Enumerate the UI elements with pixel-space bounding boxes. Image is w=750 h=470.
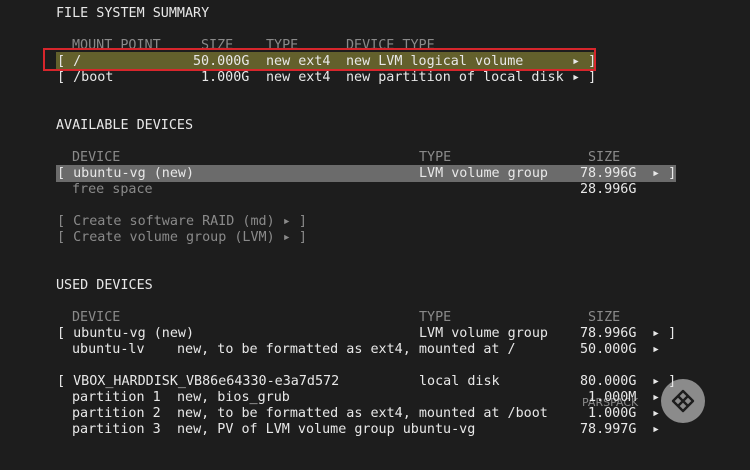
used-row-vg-device: [ ubuntu-vg (new): [57, 326, 195, 341]
used-devices-title: USED DEVICES: [56, 278, 153, 293]
partition-1-name: partition 1: [72, 390, 161, 405]
used-row-vg-arrow-icon[interactable]: ▸ ]: [652, 326, 676, 342]
fs-summary-title: FILE SYSTEM SUMMARY: [56, 6, 210, 21]
used-row-disk-type: local disk: [419, 374, 500, 389]
avail-row-vg-type: LVM volume group: [419, 166, 548, 181]
used-col-device: DEVICE: [72, 310, 121, 325]
avail-row-vg-size: 78.996G: [580, 166, 637, 181]
create-volume-group-button[interactable]: [ Create volume group (LVM) ▸ ]: [57, 230, 307, 246]
create-software-raid-button[interactable]: [ Create software RAID (md) ▸ ]: [57, 214, 307, 230]
avail-col-size: SIZE: [588, 150, 621, 165]
fs-row-boot-device-type: new partition of local disk: [346, 70, 564, 85]
used-row-vg-size: 78.996G: [580, 326, 637, 341]
fs-row-boot-type: new ext4: [266, 70, 331, 85]
avail-row-free-size: 28.996G: [580, 182, 637, 197]
avail-col-device: DEVICE: [72, 150, 121, 165]
used-row-disk-device: [ VBOX_HARDDISK_VB86e64330-e3a7d572: [57, 374, 340, 389]
used-col-type: TYPE: [419, 310, 452, 325]
partition-2-desc: new, to be formatted as ext4, mounted at…: [177, 406, 548, 421]
fs-row-boot-mount: [ /boot: [57, 70, 114, 85]
partition-3-desc: new, PV of LVM volume group ubuntu-vg: [177, 422, 476, 437]
partition-3-name: partition 3: [72, 422, 161, 437]
avail-col-type: TYPE: [419, 150, 452, 165]
used-row-lv-name: ubuntu-lv: [72, 342, 145, 357]
available-devices-title: AVAILABLE DEVICES: [56, 118, 194, 133]
used-col-size: SIZE: [588, 310, 621, 325]
partition-1-desc: new, bios_grub: [177, 390, 290, 405]
avail-row-vg-device: [ ubuntu-vg (new): [57, 166, 195, 181]
watermark-text: PARSPACK: [582, 396, 639, 409]
used-row-vg-type: LVM volume group: [419, 326, 548, 341]
used-row-lv-size: 50.000G: [580, 342, 637, 357]
fs-row-boot-arrow-icon[interactable]: ▸ ]: [572, 70, 596, 86]
watermark: PARSPACK: [582, 376, 707, 426]
avail-row-vg-arrow-icon[interactable]: ▸ ]: [652, 166, 676, 182]
fs-row-boot-size: 1.000G: [201, 70, 250, 85]
used-row-lv-desc: new, to be formatted as ext4, mounted at…: [177, 342, 516, 357]
partition-2-name: partition 2: [72, 406, 161, 421]
focus-outline: [43, 48, 596, 71]
watermark-logo-icon: [661, 379, 705, 423]
used-row-lv-arrow-icon[interactable]: ▸: [652, 342, 660, 358]
avail-row-free-device: free space: [72, 182, 153, 197]
